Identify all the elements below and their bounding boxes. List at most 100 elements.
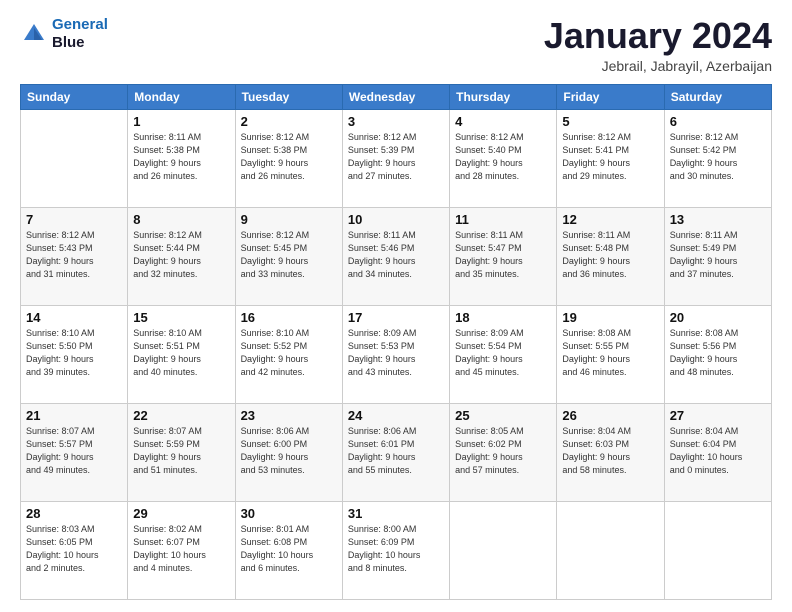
- weekday-header: Saturday: [664, 84, 771, 109]
- day-number: 25: [455, 408, 551, 423]
- day-info: Sunrise: 8:12 AMSunset: 5:39 PMDaylight:…: [348, 131, 444, 183]
- calendar-day: 17 Sunrise: 8:09 AMSunset: 5:53 PMDayligh…: [342, 305, 449, 403]
- day-info: Sunrise: 8:11 AMSunset: 5:48 PMDaylight:…: [562, 229, 658, 281]
- calendar-day: 8 Sunrise: 8:12 AMSunset: 5:44 PMDaylight…: [128, 207, 235, 305]
- day-number: 4: [455, 114, 551, 129]
- calendar-week-row: 21 Sunrise: 8:07 AMSunset: 5:57 PMDayligh…: [21, 403, 772, 501]
- day-number: 7: [26, 212, 122, 227]
- calendar-table: SundayMondayTuesdayWednesdayThursdayFrid…: [20, 84, 772, 600]
- day-info: Sunrise: 8:03 AMSunset: 6:05 PMDaylight:…: [26, 523, 122, 575]
- day-number: 27: [670, 408, 766, 423]
- day-number: 28: [26, 506, 122, 521]
- calendar-empty-day: [450, 501, 557, 599]
- calendar-day: 10 Sunrise: 8:11 AMSunset: 5:46 PMDayligh…: [342, 207, 449, 305]
- day-info: Sunrise: 8:05 AMSunset: 6:02 PMDaylight:…: [455, 425, 551, 477]
- day-info: Sunrise: 8:11 AMSunset: 5:49 PMDaylight:…: [670, 229, 766, 281]
- calendar-day: 13 Sunrise: 8:11 AMSunset: 5:49 PMDayligh…: [664, 207, 771, 305]
- day-number: 14: [26, 310, 122, 325]
- day-number: 12: [562, 212, 658, 227]
- calendar-day: 19 Sunrise: 8:08 AMSunset: 5:55 PMDayligh…: [557, 305, 664, 403]
- calendar-day: 11 Sunrise: 8:11 AMSunset: 5:47 PMDayligh…: [450, 207, 557, 305]
- calendar-day: 27 Sunrise: 8:04 AMSunset: 6:04 PMDayligh…: [664, 403, 771, 501]
- calendar-day: 24Sunrise: 8:06 AMSunset: 6:01 PMDayligh…: [342, 403, 449, 501]
- day-info: Sunrise: 8:06 AMSunset: 6:00 PMDaylight:…: [241, 425, 337, 477]
- calendar-day: 18 Sunrise: 8:09 AMSunset: 5:54 PMDayligh…: [450, 305, 557, 403]
- day-number: 8: [133, 212, 229, 227]
- calendar-week-row: 1 Sunrise: 8:11 AMSunset: 5:38 PMDaylight…: [21, 109, 772, 207]
- day-number: 5: [562, 114, 658, 129]
- calendar-day: 25 Sunrise: 8:05 AMSunset: 6:02 PMDayligh…: [450, 403, 557, 501]
- weekday-header: Friday: [557, 84, 664, 109]
- weekday-header: Sunday: [21, 84, 128, 109]
- day-info: Sunrise: 8:09 AMSunset: 5:53 PMDaylight:…: [348, 327, 444, 379]
- day-number: 6: [670, 114, 766, 129]
- logo: General Blue: [20, 16, 108, 52]
- location: Jebrail, Jabrayil, Azerbaijan: [544, 58, 772, 74]
- day-info: Sunrise: 8:10 AMSunset: 5:52 PMDaylight:…: [241, 327, 337, 379]
- day-number: 17: [348, 310, 444, 325]
- day-info: Sunrise: 8:10 AMSunset: 5:51 PMDaylight:…: [133, 327, 229, 379]
- day-number: 18: [455, 310, 551, 325]
- calendar-day: 28 Sunrise: 8:03 AMSunset: 6:05 PMDayligh…: [21, 501, 128, 599]
- day-number: 13: [670, 212, 766, 227]
- day-info: Sunrise: 8:12 AMSunset: 5:40 PMDaylight:…: [455, 131, 551, 183]
- day-info: Sunrise: 8:11 AMSunset: 5:46 PMDaylight:…: [348, 229, 444, 281]
- day-number: 23: [241, 408, 337, 423]
- day-info: Sunrise: 8:12 AMSunset: 5:44 PMDaylight:…: [133, 229, 229, 281]
- weekday-header: Thursday: [450, 84, 557, 109]
- day-number: 16: [241, 310, 337, 325]
- day-number: 20: [670, 310, 766, 325]
- calendar-day: 12 Sunrise: 8:11 AMSunset: 5:48 PMDayligh…: [557, 207, 664, 305]
- weekday-header: Tuesday: [235, 84, 342, 109]
- day-info: Sunrise: 8:12 AMSunset: 5:41 PMDaylight:…: [562, 131, 658, 183]
- day-info: Sunrise: 8:12 AMSunset: 5:43 PMDaylight:…: [26, 229, 122, 281]
- day-number: 26: [562, 408, 658, 423]
- calendar-day: 14Sunrise: 8:10 AMSunset: 5:50 PMDayligh…: [21, 305, 128, 403]
- day-info: Sunrise: 8:11 AMSunset: 5:47 PMDaylight:…: [455, 229, 551, 281]
- day-number: 15: [133, 310, 229, 325]
- day-info: Sunrise: 8:04 AMSunset: 6:04 PMDaylight:…: [670, 425, 766, 477]
- weekday-header: Monday: [128, 84, 235, 109]
- month-title: January 2024: [544, 16, 772, 56]
- calendar-day: 7 Sunrise: 8:12 AMSunset: 5:43 PMDaylight…: [21, 207, 128, 305]
- day-number: 30: [241, 506, 337, 521]
- day-info: Sunrise: 8:11 AMSunset: 5:38 PMDaylight:…: [133, 131, 229, 183]
- day-number: 10: [348, 212, 444, 227]
- day-number: 21: [26, 408, 122, 423]
- header: General Blue January 2024 Jebrail, Jabra…: [20, 16, 772, 74]
- calendar-day: 20 Sunrise: 8:08 AMSunset: 5:56 PMDayligh…: [664, 305, 771, 403]
- calendar-day: 1 Sunrise: 8:11 AMSunset: 5:38 PMDaylight…: [128, 109, 235, 207]
- calendar-day: 16 Sunrise: 8:10 AMSunset: 5:52 PMDayligh…: [235, 305, 342, 403]
- day-number: 31: [348, 506, 444, 521]
- logo-icon: [20, 20, 48, 48]
- calendar-empty-day: [21, 109, 128, 207]
- day-number: 1: [133, 114, 229, 129]
- day-info: Sunrise: 8:09 AMSunset: 5:54 PMDaylight:…: [455, 327, 551, 379]
- calendar-day: 21 Sunrise: 8:07 AMSunset: 5:57 PMDayligh…: [21, 403, 128, 501]
- day-info: Sunrise: 8:07 AMSunset: 5:57 PMDaylight:…: [26, 425, 122, 477]
- day-number: 2: [241, 114, 337, 129]
- day-number: 24: [348, 408, 444, 423]
- day-info: Sunrise: 8:07 AMSunset: 5:59 PMDaylight:…: [133, 425, 229, 477]
- day-number: 19: [562, 310, 658, 325]
- calendar-day: 5 Sunrise: 8:12 AMSunset: 5:41 PMDaylight…: [557, 109, 664, 207]
- calendar-week-row: 7 Sunrise: 8:12 AMSunset: 5:43 PMDaylight…: [21, 207, 772, 305]
- calendar-day: 22Sunrise: 8:07 AMSunset: 5:59 PMDayligh…: [128, 403, 235, 501]
- day-info: Sunrise: 8:08 AMSunset: 5:55 PMDaylight:…: [562, 327, 658, 379]
- day-info: Sunrise: 8:00 AMSunset: 6:09 PMDaylight:…: [348, 523, 444, 575]
- calendar-week-row: 28 Sunrise: 8:03 AMSunset: 6:05 PMDayligh…: [21, 501, 772, 599]
- day-info: Sunrise: 8:12 AMSunset: 5:45 PMDaylight:…: [241, 229, 337, 281]
- calendar-day: 3 Sunrise: 8:12 AMSunset: 5:39 PMDaylight…: [342, 109, 449, 207]
- calendar-day: 30 Sunrise: 8:01 AMSunset: 6:08 PMDayligh…: [235, 501, 342, 599]
- calendar-day: 9Sunrise: 8:12 AMSunset: 5:45 PMDaylight…: [235, 207, 342, 305]
- calendar-page: General Blue January 2024 Jebrail, Jabra…: [0, 0, 792, 612]
- calendar-day: 26Sunrise: 8:04 AMSunset: 6:03 PMDayligh…: [557, 403, 664, 501]
- day-number: 11: [455, 212, 551, 227]
- calendar-day: 29Sunrise: 8:02 AMSunset: 6:07 PMDayligh…: [128, 501, 235, 599]
- calendar-header-row: SundayMondayTuesdayWednesdayThursdayFrid…: [21, 84, 772, 109]
- day-info: Sunrise: 8:01 AMSunset: 6:08 PMDaylight:…: [241, 523, 337, 575]
- day-info: Sunrise: 8:08 AMSunset: 5:56 PMDaylight:…: [670, 327, 766, 379]
- day-number: 3: [348, 114, 444, 129]
- weekday-header: Wednesday: [342, 84, 449, 109]
- calendar-day: 4 Sunrise: 8:12 AMSunset: 5:40 PMDaylight…: [450, 109, 557, 207]
